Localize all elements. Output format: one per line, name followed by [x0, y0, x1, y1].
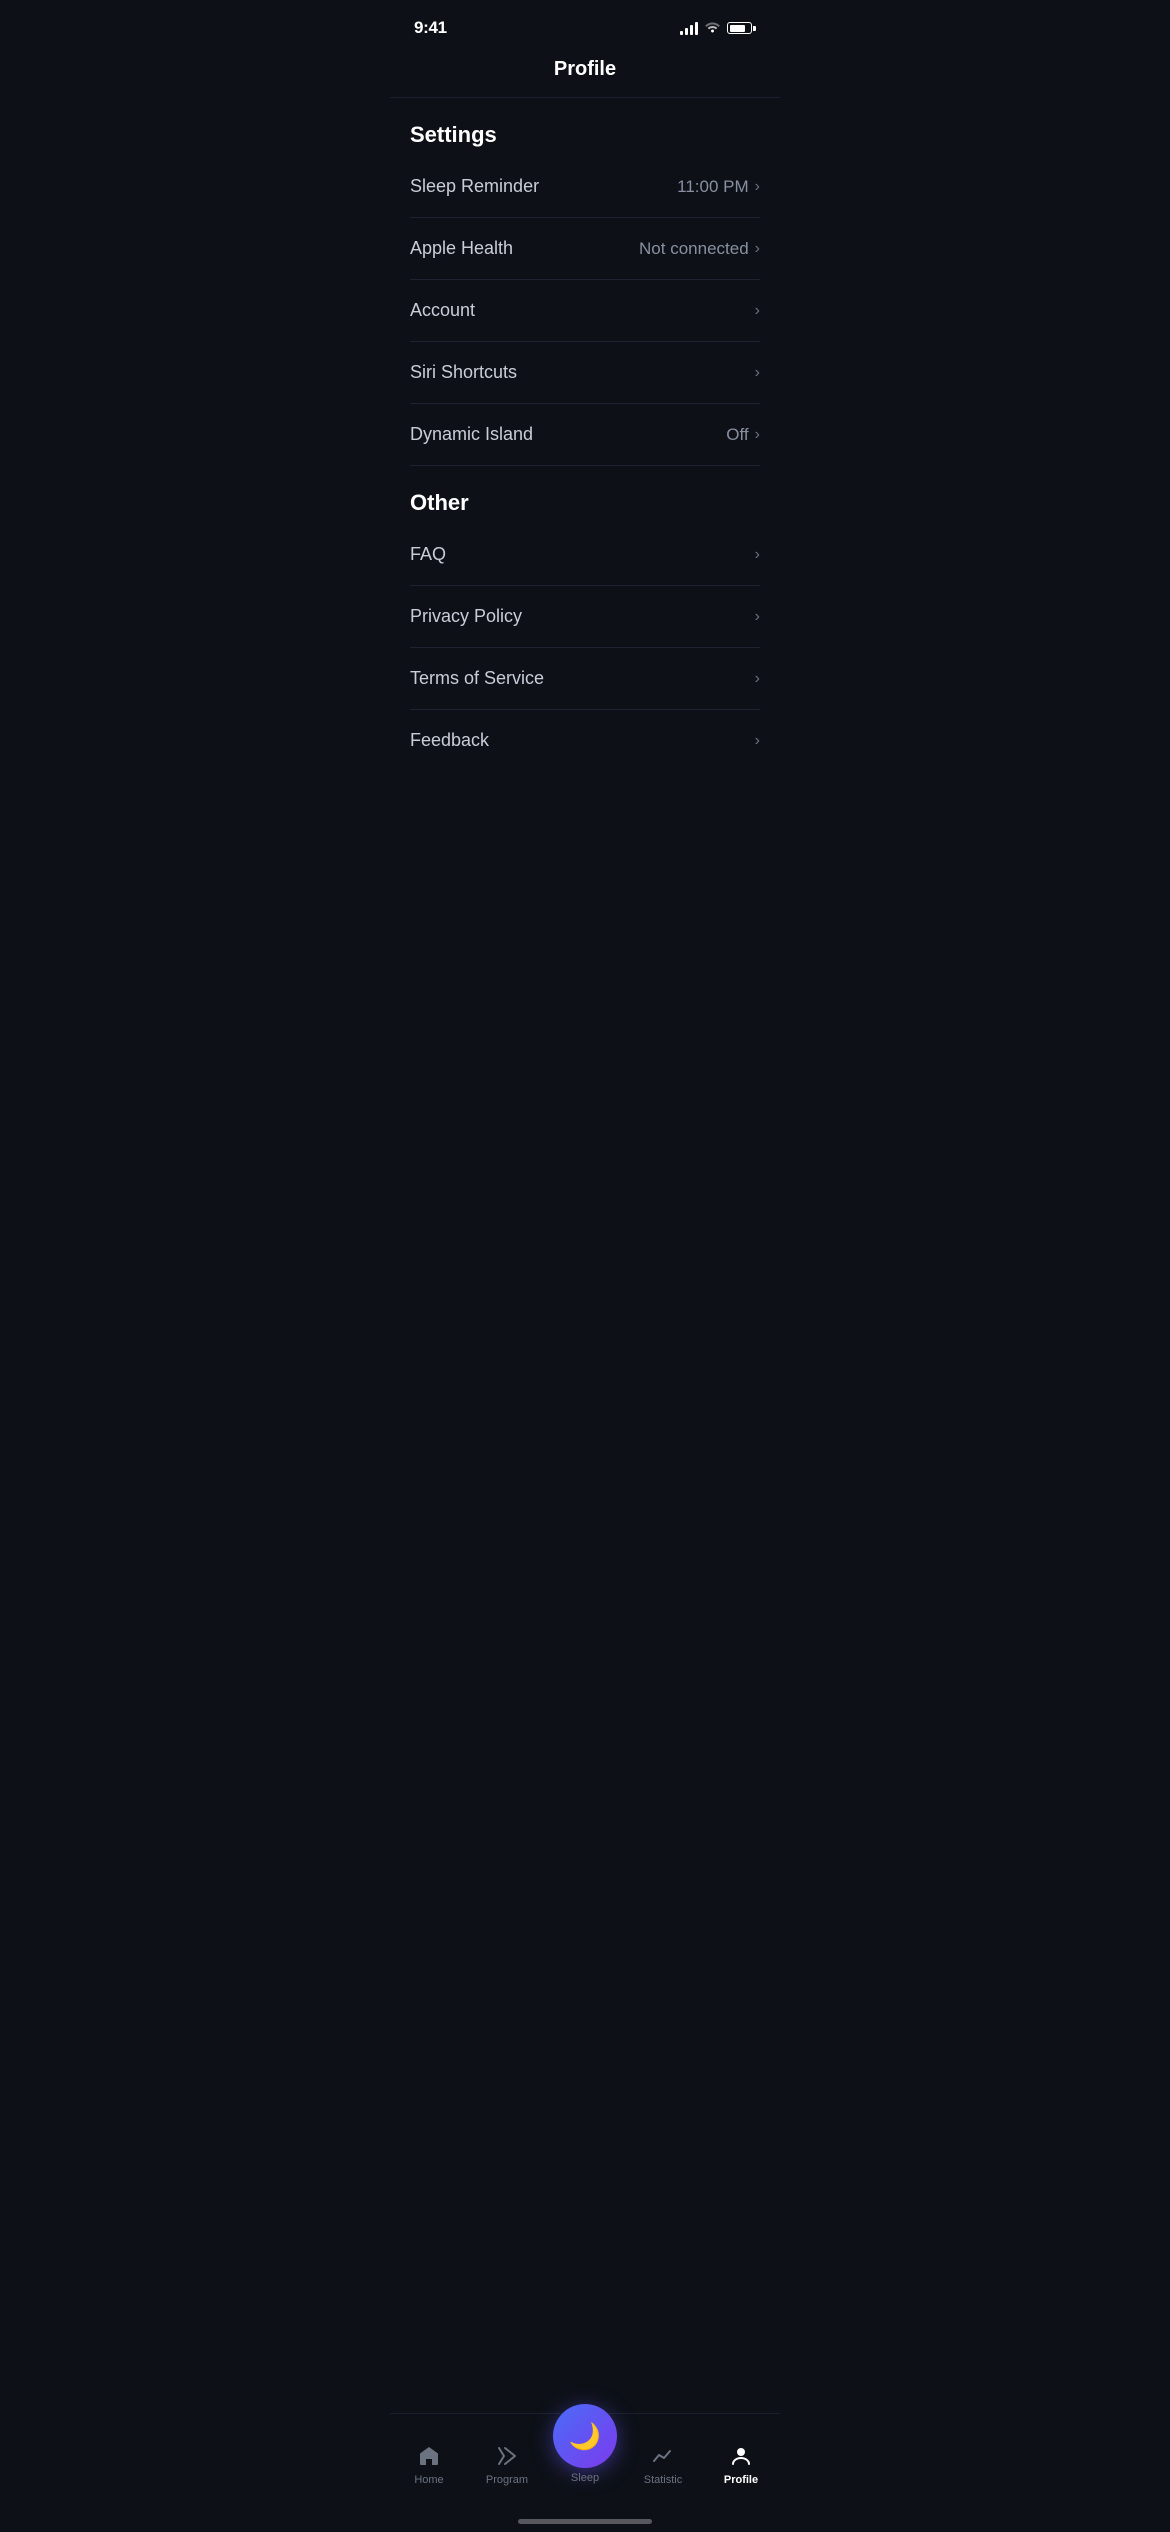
page-title: Profile: [410, 58, 760, 81]
apple-health-value: Not connected: [639, 239, 749, 259]
status-time: 9:41: [414, 18, 447, 38]
chevron-icon: ›: [755, 178, 760, 196]
content-area: Settings Sleep Reminder 11:00 PM › Apple…: [390, 98, 780, 891]
chevron-icon: ›: [755, 426, 760, 444]
tab-home[interactable]: Home: [390, 2442, 468, 2486]
tab-statistic[interactable]: Statistic: [624, 2442, 702, 2486]
chevron-icon: ›: [755, 302, 760, 320]
faq-label: FAQ: [410, 544, 446, 565]
sleep-reminder-item[interactable]: Sleep Reminder 11:00 PM ›: [410, 156, 760, 218]
tab-profile-label: Profile: [724, 2474, 758, 2486]
wifi-icon: [704, 20, 721, 36]
moon-icon: 🌙: [569, 2421, 601, 2452]
faq-item[interactable]: FAQ ›: [410, 524, 760, 586]
page-header: Profile: [390, 50, 780, 98]
chevron-icon: ›: [755, 608, 760, 626]
tab-sleep-label: Sleep: [571, 2472, 599, 2484]
siri-shortcuts-label: Siri Shortcuts: [410, 362, 517, 383]
sleep-reminder-label: Sleep Reminder: [410, 176, 539, 197]
home-indicator: [518, 2519, 652, 2524]
privacy-policy-label: Privacy Policy: [410, 606, 522, 627]
dynamic-island-value-group: Off ›: [726, 425, 760, 445]
chevron-icon: ›: [755, 732, 760, 750]
faq-value-group: ›: [755, 546, 760, 564]
chevron-icon: ›: [755, 670, 760, 688]
feedback-item[interactable]: Feedback ›: [410, 710, 760, 771]
home-icon: [415, 2442, 443, 2470]
chevron-icon: ›: [755, 240, 760, 258]
tab-bar: Home Program 🌙 Sleep Statistic: [390, 2413, 780, 2532]
account-value-group: ›: [755, 302, 760, 320]
feedback-label: Feedback: [410, 730, 489, 751]
chevron-icon: ›: [755, 546, 760, 564]
tab-statistic-label: Statistic: [644, 2474, 683, 2486]
terms-of-service-label: Terms of Service: [410, 668, 544, 689]
dynamic-island-item[interactable]: Dynamic Island Off ›: [410, 404, 760, 466]
statistic-icon: [649, 2442, 677, 2470]
siri-shortcuts-item[interactable]: Siri Shortcuts ›: [410, 342, 760, 404]
tab-home-label: Home: [414, 2474, 443, 2486]
account-label: Account: [410, 300, 475, 321]
privacy-policy-value-group: ›: [755, 608, 760, 626]
sleep-reminder-value: 11:00 PM: [677, 177, 749, 197]
sleep-button[interactable]: 🌙: [553, 2404, 617, 2468]
profile-icon: [727, 2442, 755, 2470]
apple-health-value-group: Not connected ›: [639, 239, 760, 259]
tab-profile[interactable]: Profile: [702, 2442, 780, 2486]
terms-of-service-value-group: ›: [755, 670, 760, 688]
privacy-policy-item[interactable]: Privacy Policy ›: [410, 586, 760, 648]
apple-health-item[interactable]: Apple Health Not connected ›: [410, 218, 760, 280]
sleep-reminder-value-group: 11:00 PM ›: [677, 177, 760, 197]
terms-of-service-item[interactable]: Terms of Service ›: [410, 648, 760, 710]
signal-bars-icon: [680, 22, 698, 35]
siri-shortcuts-value-group: ›: [755, 364, 760, 382]
tab-sleep[interactable]: 🌙 Sleep: [546, 2404, 624, 2484]
tab-program-label: Program: [486, 2474, 528, 2486]
program-icon: [493, 2442, 521, 2470]
feedback-value-group: ›: [755, 732, 760, 750]
settings-section-title: Settings: [410, 98, 760, 156]
other-section-title: Other: [410, 466, 760, 524]
status-bar: 9:41: [390, 0, 780, 50]
status-icons: [680, 20, 756, 36]
account-item[interactable]: Account ›: [410, 280, 760, 342]
dynamic-island-label: Dynamic Island: [410, 424, 533, 445]
apple-health-label: Apple Health: [410, 238, 513, 259]
tab-program[interactable]: Program: [468, 2442, 546, 2486]
dynamic-island-value: Off: [726, 425, 748, 445]
battery-icon: [727, 22, 756, 34]
chevron-icon: ›: [755, 364, 760, 382]
